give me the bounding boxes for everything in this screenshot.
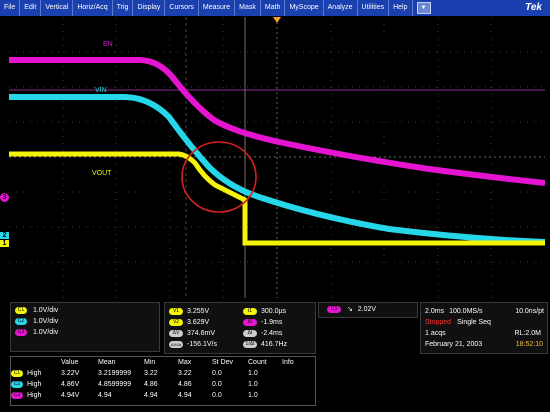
time-per-point: 10.0ns/pt [515, 308, 544, 315]
table-row[interactable]: C3 High 4.94V 4.94 4.94 4.94 0.0 1.0 [11, 390, 315, 401]
t2-value: -1.9ms [261, 319, 283, 326]
table-row[interactable]: C1 High 3.22V 3.2199999 3.22 3.22 0.0 1.0 [11, 368, 315, 379]
record-length: RL:2.0M [514, 330, 541, 337]
menu-file[interactable]: File [0, 0, 21, 16]
trigger-level: 2.02V [357, 306, 377, 313]
acq-mode: Single Seq [457, 319, 491, 326]
measurement-table: Value Mean Min Max St Dev Count Info C1 H… [10, 356, 316, 406]
dvdt-tag: ΔV/Δt [169, 340, 183, 348]
v2-value: 3.629V [187, 319, 210, 326]
table-row[interactable]: C2 High 4.86V 4.8599999 4.86 4.86 0.0 1.0 [11, 379, 315, 390]
menu-cursors[interactable]: Cursors [165, 0, 199, 16]
acq-time: 18:52:10 [515, 341, 543, 348]
ch1-ground-marker[interactable]: 1 [0, 240, 9, 247]
ch3-ground-marker[interactable]: 3 [0, 193, 9, 202]
trigger-position-marker [273, 17, 281, 23]
v2-tag: V2 [169, 318, 183, 326]
ch3-scale: 1.0V/div [32, 329, 59, 336]
v1-tag: V1 [169, 307, 183, 315]
ch2-ground-marker[interactable]: 2 [0, 232, 9, 239]
ch2-scale-row[interactable]: C2 1.0V/div [15, 316, 159, 327]
acq-state: Stopped [425, 319, 452, 326]
ch1-meas-chip: C1 [11, 369, 23, 377]
ch3-meas-chip: C3 [11, 391, 23, 399]
cursor-voltage-col: V1 3.255V V2 3.629V ΔV 374.6mV ΔV/Δt -156.1V… [169, 306, 217, 350]
dv-tag: ΔV [169, 329, 183, 337]
waveform-display: EN VIN VOUT [9, 17, 545, 298]
dvdt-value: -156.1V/s [187, 341, 217, 348]
menu-bar: File Edit Vertical Horiz/Acq Trig Displa… [0, 0, 550, 16]
menu-vertical[interactable]: Vertical [41, 0, 74, 16]
time-per-div: 2.0ms [425, 308, 445, 315]
channel-scale-panel: C1 1.0V/div C2 1.0V/div C3 1.0V/div [10, 302, 160, 352]
sample-rate: 100.0MS/s [449, 308, 483, 315]
menu-math[interactable]: Math [261, 0, 286, 16]
trigger-slope-icon: ↘ [346, 306, 353, 313]
trigger-source-chip: C3 [327, 305, 341, 313]
t1-value: 300.0µs [261, 308, 287, 315]
trigger-readout[interactable]: C3 ↘ 2.02V [318, 302, 418, 318]
menu-mask[interactable]: Mask [235, 0, 261, 16]
ch1-chip: C1 [15, 306, 27, 314]
menu-myscope[interactable]: MyScope [285, 0, 324, 16]
menu-measure[interactable]: Measure [199, 0, 236, 16]
v1-value: 3.255V [187, 308, 210, 315]
menu-help[interactable]: Help [389, 0, 413, 16]
dv-value: 374.6mV [187, 330, 216, 337]
waveform-graticule [9, 17, 545, 298]
cursor-readout-panel: V1 3.255V V2 3.629V ΔV 374.6mV ΔV/Δt -156.1V… [164, 302, 316, 354]
ch2-scale: 1.0V/div [32, 318, 59, 325]
ch1-scale: 1.0V/div [32, 307, 59, 314]
menu-utilities[interactable]: Utilities [358, 0, 390, 16]
vin-trace-label: VIN [95, 87, 107, 94]
t2-tag: t2 [243, 318, 257, 326]
en-trace-label: EN [103, 41, 113, 48]
menu-horiz-acq[interactable]: Horiz/Acq [73, 0, 113, 16]
dt-tag: Δt [243, 329, 257, 337]
dt-value: -2.4ms [261, 330, 283, 337]
menu-display[interactable]: Display [133, 0, 166, 16]
acquisition-panel[interactable]: 2.0ms 100.0MS/s 10.0ns/pt Stopped Single… [420, 302, 548, 354]
acq-date: February 21, 2003 [425, 341, 483, 348]
menu-edit[interactable]: Edit [20, 0, 42, 16]
ch3-chip: C3 [15, 328, 27, 336]
ch3-scale-row[interactable]: C3 1.0V/div [15, 327, 159, 338]
menu-analyze[interactable]: Analyze [324, 0, 358, 16]
acq-count: 1 acqs [425, 330, 446, 337]
cursor-time-col: t1 300.0µs t2 -1.9ms Δt -2.4ms 1/Δt 416.7Hz [243, 306, 287, 350]
ch2-meas-chip: C2 [11, 380, 23, 388]
t1-tag: t1 [243, 307, 257, 315]
ch2-chip: C2 [15, 317, 27, 325]
menu-trig[interactable]: Trig [113, 0, 134, 16]
vout-trace-label: VOUT [92, 170, 112, 177]
dropdown-arrow-icon[interactable]: ▼ [416, 2, 431, 14]
inv-dt-tag: 1/Δt [243, 340, 257, 348]
inv-dt-value: 416.7Hz [261, 341, 288, 348]
brand-logo: Tek [525, 2, 542, 13]
ch1-scale-row[interactable]: C1 1.0V/div [15, 305, 159, 316]
measurement-header: Value Mean Min Max St Dev Count Info [61, 359, 294, 366]
